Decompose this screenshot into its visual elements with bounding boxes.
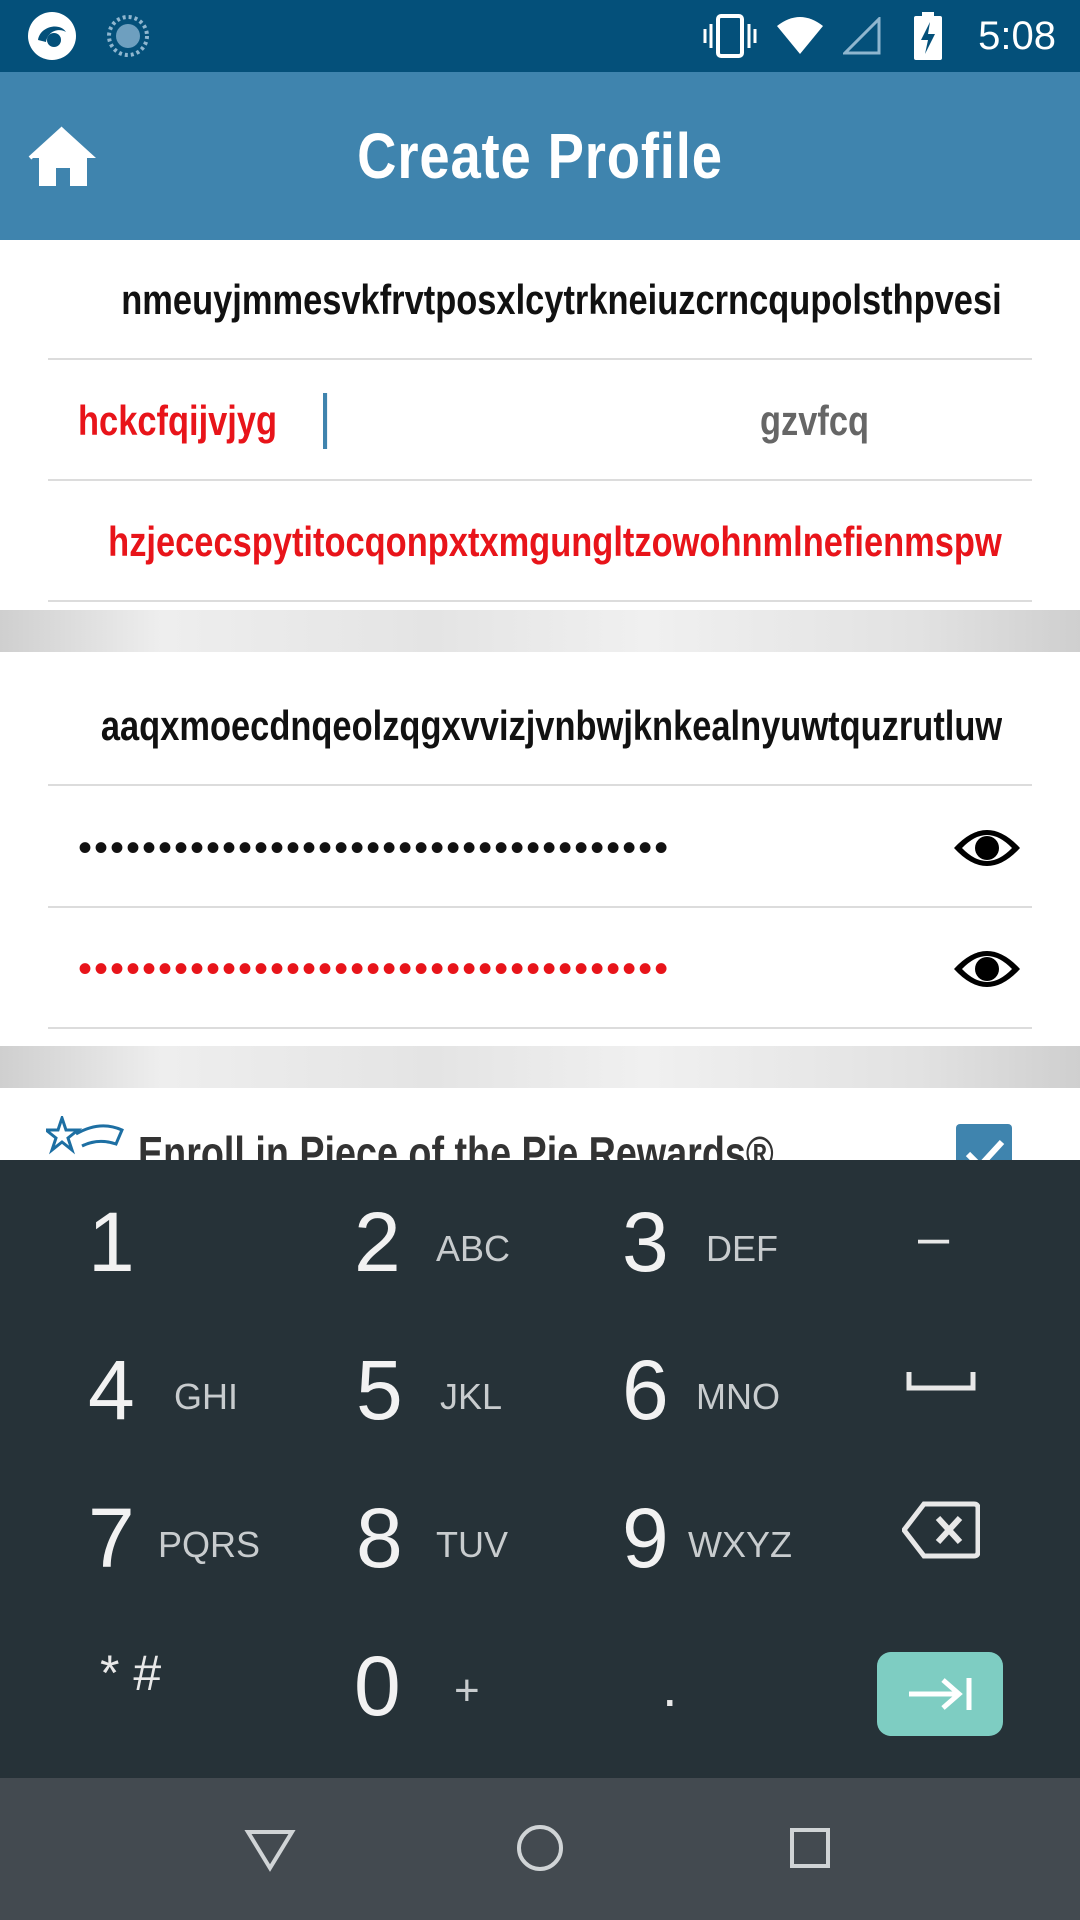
- numeric-keyboard: 1 2 ABC 3 DEF – 4 GHI 5 JKL 6 MNO 7 PQRS…: [0, 1160, 1080, 1778]
- app-logo-icon: [24, 0, 80, 72]
- show-password-button[interactable]: [952, 818, 1022, 878]
- key-3[interactable]: 3 DEF: [540, 1160, 810, 1308]
- recents-square-icon: [790, 1828, 830, 1868]
- text-field-2-value: hckcfqijvjyg: [78, 397, 278, 444]
- text-cursor: [322, 393, 327, 449]
- checkmark-icon: [965, 1139, 1005, 1160]
- key-period[interactable]: .: [540, 1604, 810, 1752]
- rewards-star-icon: [41, 1113, 124, 1160]
- app-bar: Create Profile: [0, 72, 1080, 240]
- key-5[interactable]: 5 JKL: [270, 1308, 540, 1456]
- text-field-2-secondary[interactable]: gzvfcq: [760, 361, 960, 479]
- text-field-3[interactable]: hzjececspytitocqonpxtxmgungltzowohnmlnef…: [48, 482, 1032, 602]
- text-field-2-secondary-value: gzvfcq: [760, 397, 870, 444]
- page-title: Create Profile: [357, 120, 723, 192]
- text-field-4-value: aaqxmoecdnqeolzqgxvvizjvnbwjknkealnyuwtq…: [100, 702, 1002, 749]
- rewards-checkbox[interactable]: [956, 1124, 1012, 1160]
- key-1[interactable]: 1: [0, 1160, 270, 1308]
- key-backspace[interactable]: [810, 1456, 1080, 1604]
- loading-spinner-icon: [100, 0, 156, 72]
- cell-signal-icon: [840, 0, 884, 72]
- key-7[interactable]: 7 PQRS: [0, 1456, 270, 1604]
- key-6[interactable]: 6 MNO: [540, 1308, 810, 1456]
- vibrate-icon: [700, 0, 760, 72]
- eye-icon: [954, 830, 1020, 866]
- battery-charging-icon: [908, 0, 948, 72]
- system-nav-bar: [0, 1778, 1080, 1920]
- wifi-icon: [772, 0, 828, 72]
- password-field[interactable]: •••••••••••••••••••••••••••••••••••••: [48, 788, 1032, 908]
- confirm-password-value: •••••••••••••••••••••••••••••••••••••: [78, 946, 671, 991]
- space-icon: [906, 1372, 976, 1391]
- tab-arrow-icon: [909, 1678, 972, 1710]
- home-nav-button[interactable]: [510, 1818, 570, 1878]
- text-field-1[interactable]: nmeuyjmmesvkfrvtposxlcytrkneiuzcrncqupol…: [48, 240, 1032, 360]
- key-2[interactable]: 2 ABC: [270, 1160, 540, 1308]
- status-time: 5:08: [978, 13, 1056, 58]
- home-circle-icon: [517, 1825, 563, 1871]
- form-section-personal: nmeuyjmmesvkfrvtposxlcytrkneiuzcrncqupol…: [0, 240, 1080, 610]
- key-8[interactable]: 8 TUV: [270, 1456, 540, 1604]
- section-divider: [0, 610, 1080, 652]
- rewards-label: Enroll in Piece of the Pie Rewards®: [138, 1127, 774, 1160]
- status-bar: 5:08: [0, 0, 1080, 72]
- key-9[interactable]: 9 WXYZ: [540, 1456, 810, 1604]
- backspace-icon: [902, 1501, 980, 1559]
- back-button[interactable]: [240, 1818, 300, 1878]
- key-space[interactable]: [810, 1308, 1080, 1456]
- next-field-button[interactable]: [877, 1652, 1003, 1736]
- show-confirm-password-button[interactable]: [952, 939, 1022, 999]
- text-field-4[interactable]: aaqxmoecdnqeolzqgxvvizjvnbwjknkealnyuwtq…: [48, 666, 1032, 786]
- eye-icon: [954, 951, 1020, 987]
- key-4[interactable]: 4 GHI: [0, 1308, 270, 1456]
- form-section-account: aaqxmoecdnqeolzqgxvvizjvnbwjknkealnyuwtq…: [0, 652, 1080, 1046]
- key-symbols[interactable]: * #: [0, 1604, 270, 1752]
- rewards-enroll-row[interactable]: Enroll in Piece of the Pie Rewards®: [0, 1088, 1080, 1160]
- password-value: •••••••••••••••••••••••••••••••••••••: [78, 825, 671, 870]
- key-dash[interactable]: –: [810, 1160, 1080, 1308]
- key-0[interactable]: 0 +: [270, 1604, 540, 1752]
- text-field-3-value: hzjececspytitocqonpxtxmgungltzowohnmlnef…: [108, 518, 1002, 565]
- section-divider: [0, 1046, 1080, 1088]
- back-triangle-icon: [244, 1830, 296, 1872]
- text-field-2[interactable]: hckcfqijvjyg gzvfcq: [48, 361, 1032, 481]
- recents-button[interactable]: [780, 1818, 840, 1878]
- text-field-1-value: nmeuyjmmesvkfrvtposxlcytrkneiuzcrncqupol…: [121, 276, 1002, 323]
- confirm-password-field[interactable]: •••••••••••••••••••••••••••••••••••••: [48, 909, 1032, 1029]
